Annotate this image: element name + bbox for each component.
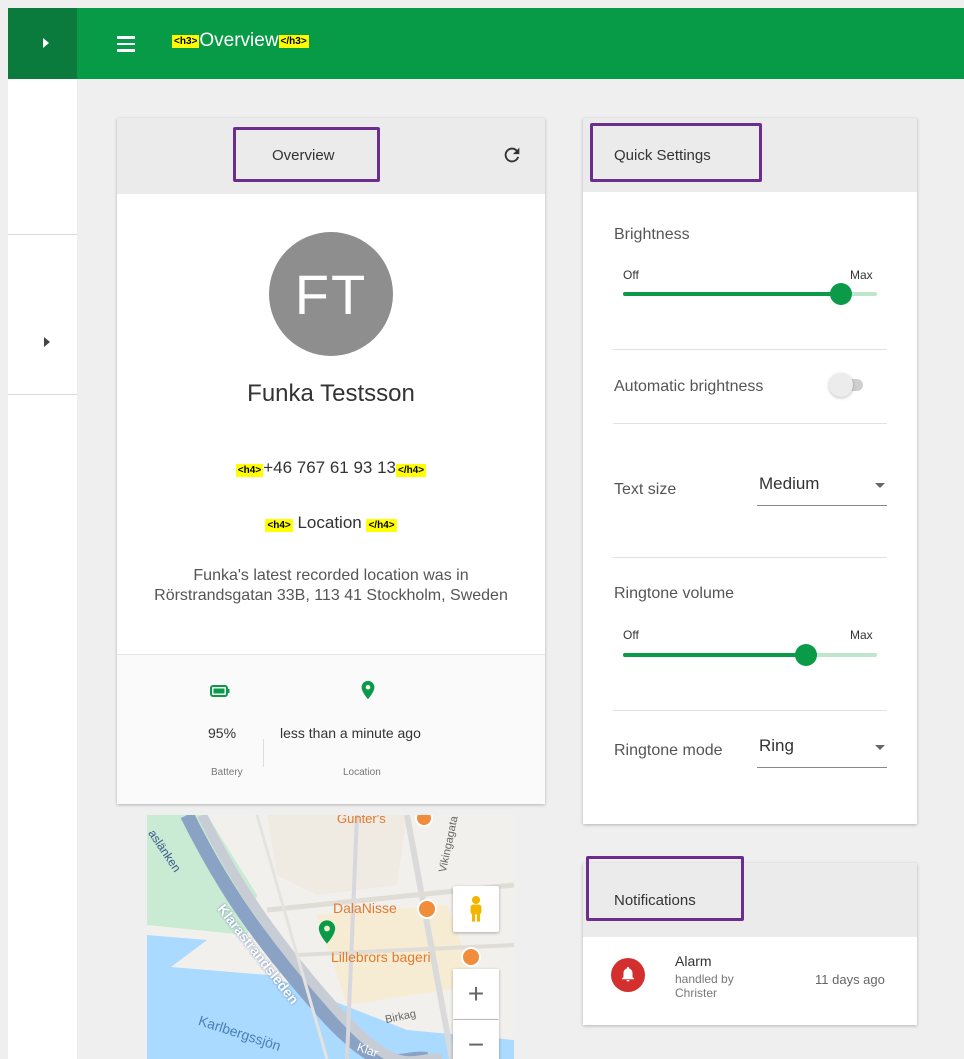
map-label: Gunter's	[337, 815, 386, 826]
location-heading: <h4> Location </h4>	[117, 513, 545, 533]
sidebar-divider	[8, 394, 77, 395]
auto-brightness-toggle[interactable]	[829, 370, 881, 400]
ringtone-mode-select[interactable]: Ring	[757, 732, 887, 770]
auto-brightness-label: Automatic brightness	[614, 378, 764, 395]
app-header: <h3> Overview </h3>	[77, 8, 964, 79]
location-pin-icon	[361, 680, 375, 700]
toggle-knob	[829, 373, 853, 397]
avatar: FT	[269, 232, 393, 356]
divider	[613, 557, 887, 558]
text-size-value: Medium	[759, 474, 820, 493]
sidebar-divider	[8, 234, 77, 235]
heading-open-tag: <h4>	[265, 519, 293, 532]
chevron-down-icon	[875, 483, 885, 488]
heading-open-tag: <h3>	[172, 34, 200, 48]
location-map[interactable]: aslänken Gunter's Vikingagata DalaNisse …	[147, 815, 514, 1059]
device-status: 95% less than a minute ago Battery Locat…	[117, 654, 545, 804]
restaurant-marker-icon	[417, 899, 437, 919]
text-size-select[interactable]: Medium	[757, 470, 887, 508]
brightness-label: Brightness	[614, 226, 690, 243]
ringtone-volume-slider[interactable]	[623, 644, 877, 666]
refresh-icon[interactable]	[501, 144, 523, 166]
divider	[613, 349, 887, 350]
user-name: Funka Testsson	[247, 380, 415, 407]
location-heading-text: Location	[292, 513, 367, 532]
heading-close-tag: </h4>	[366, 519, 397, 532]
brightness-min-label: Off	[623, 268, 639, 282]
ringtone-volume-label: Ringtone volume	[614, 585, 735, 602]
location-marker-icon	[318, 920, 336, 944]
sidebar-toggle[interactable]	[8, 8, 77, 79]
text-size-label: Text size	[614, 481, 677, 498]
heading-close-tag: </h3>	[278, 34, 309, 48]
notification-item[interactable]: Alarm handled by Christer 11 days ago	[583, 943, 917, 1017]
sidebar-expand-caret-icon[interactable]	[44, 337, 50, 347]
alarm-bell-icon	[611, 958, 645, 992]
notification-subtitle: handled by Christer	[675, 972, 734, 1000]
battery-icon	[210, 685, 230, 697]
quick-settings-card: Quick Settings Brightness Off Max Automa…	[583, 118, 917, 824]
divider	[613, 710, 887, 711]
phone-number: <h4> +46 767 61 93 13 </h4>	[117, 458, 545, 478]
select-underline	[757, 505, 887, 506]
divider	[613, 423, 887, 424]
location-caption: Location	[343, 767, 381, 778]
notification-title: Alarm	[675, 953, 712, 969]
volume-min-label: Off	[623, 628, 639, 642]
focus-highlight	[586, 856, 744, 921]
status-divider	[263, 739, 264, 767]
map-label: Lillebrors bageri	[331, 949, 431, 965]
phone-number-text: +46 767 61 93 13	[263, 458, 397, 477]
heading-open-tag: <h4>	[235, 464, 264, 477]
page-title: <h3> Overview </h3>	[172, 30, 309, 52]
map-label: DalaNisse	[333, 900, 397, 916]
heading-close-tag: </h4>	[396, 464, 427, 477]
zoom-out-button[interactable]: −	[453, 1020, 499, 1059]
battery-value: 95%	[208, 725, 237, 741]
select-underline	[757, 767, 887, 768]
restaurant-marker-icon	[461, 947, 481, 967]
page-title-text: Overview	[199, 30, 279, 51]
brightness-slider[interactable]	[623, 283, 877, 305]
street-view-button[interactable]	[453, 886, 499, 932]
focus-highlight	[590, 123, 762, 182]
volume-max-label: Max	[850, 628, 873, 642]
notifications-card: Notifications Alarm handled by Christer …	[583, 856, 917, 1025]
hamburger-menu-icon[interactable]	[117, 36, 135, 52]
location-updated-value: less than a minute ago	[280, 725, 421, 741]
pegman-icon	[470, 895, 482, 922]
location-description: Funka's latest recorded location was in …	[154, 567, 508, 604]
zoom-in-button[interactable]: +	[453, 969, 499, 1019]
ringtone-mode-label: Ringtone mode	[614, 742, 723, 759]
battery-caption: Battery	[211, 767, 243, 778]
ringtone-volume-slider-thumb[interactable]	[795, 644, 817, 666]
brightness-max-label: Max	[850, 268, 873, 282]
focus-highlight	[233, 127, 380, 182]
notification-time: 11 days ago	[815, 972, 885, 987]
sidebar	[8, 8, 77, 1059]
brightness-slider-thumb[interactable]	[830, 283, 852, 305]
chevron-down-icon	[875, 745, 885, 750]
overview-card: Overview FT Funka Testsson <h4> +46 767 6…	[117, 118, 545, 804]
expand-caret-icon	[43, 38, 49, 48]
ringtone-mode-value: Ring	[759, 736, 794, 755]
